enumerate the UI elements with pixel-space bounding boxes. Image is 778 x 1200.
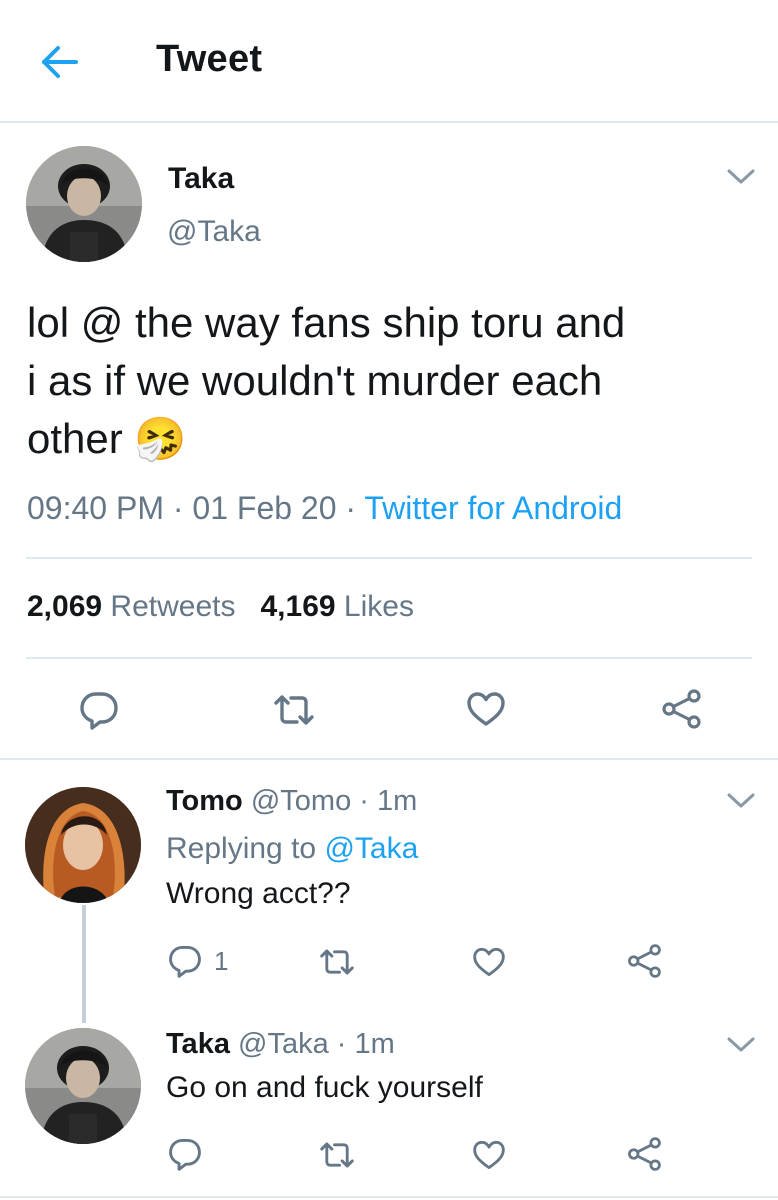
thread-connector-line	[82, 905, 86, 1023]
tweet-date: 01 Feb 20	[192, 490, 337, 526]
speech-bubble-icon	[168, 1137, 202, 1171]
reply-button[interactable]	[79, 690, 119, 730]
tweet-text-segment: other	[27, 415, 123, 462]
reply-time: 1m	[354, 1028, 395, 1060]
more-options-button[interactable]	[726, 168, 756, 186]
tweet-text-line: i as if we wouldn't murder each	[27, 357, 603, 404]
back-button[interactable]	[36, 42, 84, 84]
retweet-button[interactable]	[318, 945, 356, 979]
share-icon	[660, 688, 702, 730]
reply-header: Tomo @Tomo · 1m	[166, 785, 417, 818]
reply-header: Taka @Taka · 1m	[166, 1028, 395, 1061]
retweet-count: 2,069	[27, 590, 103, 623]
header-divider	[0, 121, 778, 123]
share-button[interactable]	[660, 688, 702, 730]
top-bar: Tweet	[0, 0, 778, 121]
heart-icon	[472, 946, 506, 978]
avatar[interactable]	[25, 787, 141, 903]
divider	[0, 1196, 778, 1198]
divider	[0, 758, 778, 760]
page-title: Tweet	[156, 38, 263, 80]
replying-to-handle[interactable]: @Taka	[324, 832, 418, 865]
replying-to: Replying to @Taka	[166, 832, 418, 866]
share-button[interactable]	[626, 1136, 662, 1172]
arrow-left-icon	[42, 46, 78, 78]
chevron-down-icon	[726, 792, 756, 810]
retweet-icon	[318, 1138, 356, 1172]
separator-dot: ·	[172, 490, 184, 526]
divider	[26, 657, 752, 659]
share-icon	[626, 1136, 662, 1172]
tweet-stats: 2,069 Retweets 4,169 Likes	[27, 590, 414, 624]
heart-icon	[466, 690, 506, 728]
reply-button[interactable]: 1	[168, 944, 228, 978]
reply-author-handle[interactable]: @Tomo	[251, 785, 351, 817]
share-icon	[626, 943, 662, 979]
retweet-button[interactable]	[318, 1138, 356, 1172]
reply-count: 1	[214, 945, 229, 976]
separator-dot: ·	[345, 490, 357, 526]
avatar-photo-tomo	[25, 787, 141, 903]
avatar-photo-taka	[26, 146, 142, 262]
tweet-text-line: lol @ the way fans ship toru and	[27, 299, 626, 346]
avatar-photo-taka	[25, 1028, 141, 1144]
retweets-stat[interactable]: 2,069 Retweets	[27, 590, 235, 623]
speech-bubble-icon	[79, 690, 119, 730]
avatar[interactable]	[26, 146, 142, 262]
reply-author-name[interactable]: Taka	[166, 1028, 230, 1060]
sneezing-face-emoji: 🤧	[134, 415, 187, 462]
heart-icon	[472, 1139, 506, 1171]
reply-author-handle[interactable]: @Taka	[238, 1028, 329, 1060]
retweet-icon	[272, 690, 316, 730]
tweet-source-link[interactable]: Twitter for Android	[364, 490, 622, 526]
reply-author-name[interactable]: Tomo	[166, 785, 243, 817]
reply-time: 1m	[377, 785, 418, 817]
chevron-down-icon	[726, 1036, 756, 1054]
author-handle[interactable]: @Taka	[167, 215, 261, 249]
likes-stat[interactable]: 4,169 Likes	[261, 590, 414, 623]
replying-to-label: Replying to	[166, 832, 317, 865]
like-button[interactable]	[466, 690, 506, 728]
chevron-down-icon	[726, 168, 756, 186]
reply-button[interactable]	[168, 1137, 202, 1171]
separator-dot: ·	[359, 785, 369, 817]
retweet-icon	[318, 945, 356, 979]
tweet-text: lol @ the way fans ship toru and i as if…	[27, 294, 757, 468]
like-button[interactable]	[472, 946, 506, 978]
separator-dot: ·	[336, 1028, 347, 1060]
more-options-button[interactable]	[726, 1036, 756, 1054]
reply-text: Go on and fuck yourself	[166, 1071, 483, 1104]
more-options-button[interactable]	[726, 792, 756, 810]
divider	[26, 557, 752, 559]
tweet-metadata: 09:40 PM · 01 Feb 20 · Twitter for Andro…	[27, 490, 622, 527]
author-name[interactable]: Taka	[168, 162, 234, 196]
tweet-time: 09:40 PM	[27, 490, 164, 526]
like-button[interactable]	[472, 1139, 506, 1171]
reply-text: Wrong acct??	[166, 877, 351, 910]
share-button[interactable]	[626, 943, 662, 979]
like-count: 4,169	[260, 590, 336, 623]
retweet-button[interactable]	[272, 690, 316, 730]
tweet-text-line: other 🤧	[27, 410, 757, 468]
retweets-label: Retweets	[110, 590, 236, 623]
speech-bubble-icon	[168, 944, 202, 978]
likes-label: Likes	[343, 590, 414, 623]
avatar[interactable]	[25, 1028, 141, 1144]
